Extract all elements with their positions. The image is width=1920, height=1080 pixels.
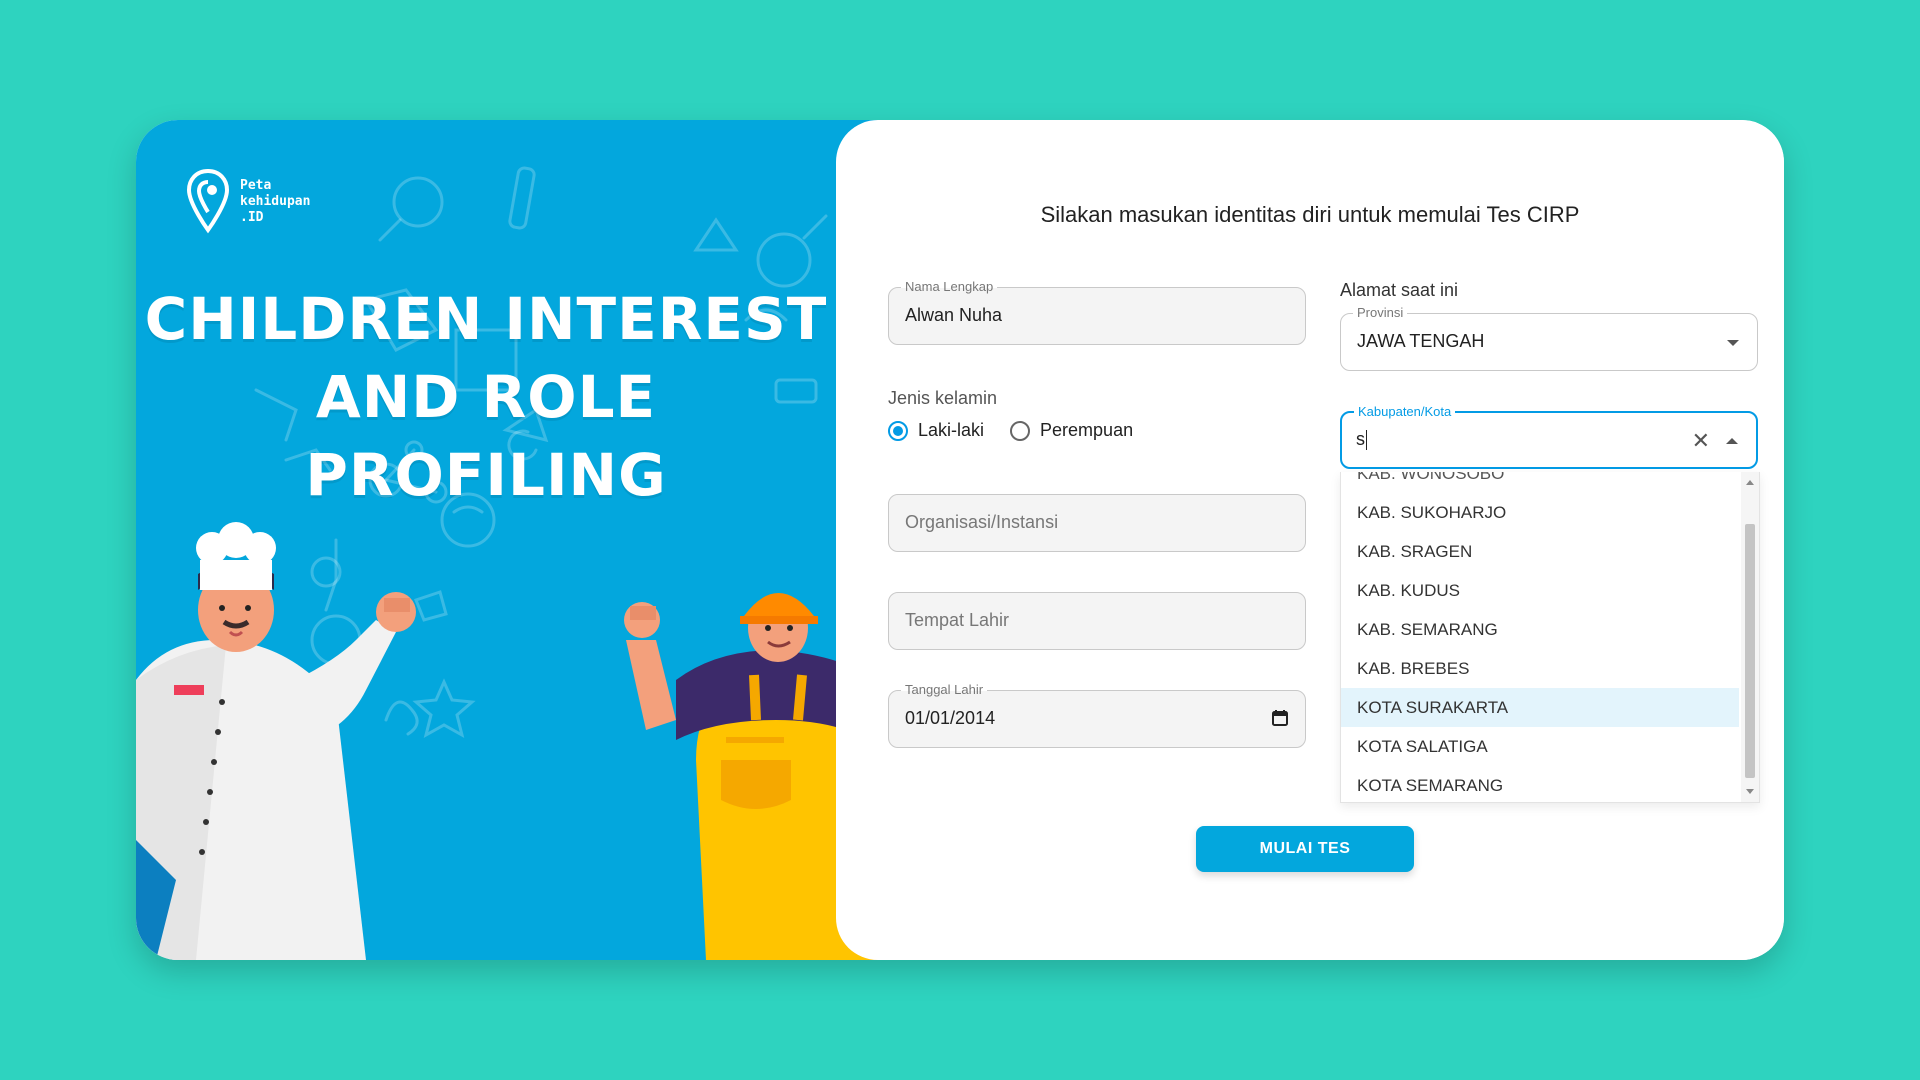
form-title: Silakan masukan identitas diri untuk mem… xyxy=(1040,202,1580,227)
provinsi-label: Provinsi xyxy=(1353,305,1408,321)
kabupaten-options-list: KAB. WONOSOBO KAB. SUKOHARJO KAB. SRAGEN… xyxy=(1340,472,1760,803)
provinsi-value: JAWA TENGAH xyxy=(1357,331,1485,351)
tempat-lahir-input[interactable]: Tempat Lahir xyxy=(888,592,1306,650)
radio-laki-laki[interactable]: Laki-laki xyxy=(888,420,984,441)
mulai-tes-button[interactable]: MULAI TES xyxy=(1196,826,1414,872)
text-caret xyxy=(1366,430,1367,451)
list-option[interactable]: KAB. SRAGEN xyxy=(1341,532,1739,571)
radio-unchecked-icon[interactable] xyxy=(1010,420,1031,441)
list-option[interactable]: KAB. BREBES xyxy=(1341,649,1739,688)
scroll-up-icon[interactable] xyxy=(1746,480,1754,485)
chevron-up-icon[interactable] xyxy=(1726,438,1738,444)
radio-perempuan-label: Perempuan xyxy=(1040,420,1134,440)
nama-lengkap-label: Nama Lengkap xyxy=(901,279,998,295)
radio-laki-laki-label: Laki-laki xyxy=(918,420,985,440)
form-panel: Silakan masukan identitas diri untuk mem… xyxy=(836,120,1784,960)
kabupaten-autocomplete[interactable]: Kabupaten/Kota s ✕ xyxy=(1340,404,1758,469)
jenis-kelamin-label: Jenis kelamin xyxy=(888,388,998,408)
kabupaten-label: Kabupaten/Kota xyxy=(1354,404,1456,420)
list-option[interactable]: KAB. KUDUS xyxy=(1341,571,1739,610)
radio-checked-icon[interactable] xyxy=(888,420,908,441)
tanggal-lahir-value: 01/01/2014 xyxy=(905,708,996,728)
provinsi-select[interactable]: Provinsi JAWA TENGAH xyxy=(1340,305,1758,371)
clear-icon[interactable]: ✕ xyxy=(1692,430,1710,452)
radio-perempuan[interactable]: Perempuan xyxy=(1010,420,1133,441)
alamat-label: Alamat saat ini xyxy=(1340,280,1459,300)
list-option[interactable]: KAB. SEMARANG xyxy=(1341,610,1739,649)
organisasi-placeholder: Organisasi/Instansi xyxy=(905,512,1059,532)
list-option[interactable]: KOTA SEMARANG xyxy=(1341,766,1739,802)
list-option[interactable]: KAB. SUKOHARJO xyxy=(1341,493,1739,532)
list-scrollbar[interactable] xyxy=(1741,472,1759,802)
list-option[interactable]: KOTA SALATIGA xyxy=(1341,727,1739,766)
list-option-highlighted[interactable]: KOTA SURAKARTA xyxy=(1341,688,1739,727)
kabupaten-input-value[interactable]: s xyxy=(1356,429,1367,451)
nama-lengkap-field[interactable]: Nama Lengkap Alwan Nuha xyxy=(888,279,1306,345)
chevron-down-icon[interactable] xyxy=(1727,340,1739,346)
calendar-icon[interactable] xyxy=(1271,709,1289,727)
list-option-partial[interactable]: KAB. WONOSOBO xyxy=(1341,472,1739,493)
organisasi-input[interactable]: Organisasi/Instansi xyxy=(888,494,1306,552)
chef-character xyxy=(136,522,416,960)
tanggal-lahir-input[interactable]: Tanggal Lahir 01/01/2014 xyxy=(888,682,1306,748)
scroll-down-icon[interactable] xyxy=(1746,789,1754,794)
tempat-lahir-placeholder: Tempat Lahir xyxy=(905,610,1010,630)
main-card: Peta kehidupan .ID CHILDREN INTEREST AND… xyxy=(136,120,1784,960)
tanggal-lahir-label: Tanggal Lahir xyxy=(901,682,988,698)
scrollbar-thumb[interactable] xyxy=(1745,524,1755,778)
nama-lengkap-value: Alwan Nuha xyxy=(905,305,1003,325)
gender-radio-group: Laki-laki Perempuan xyxy=(888,420,1147,441)
